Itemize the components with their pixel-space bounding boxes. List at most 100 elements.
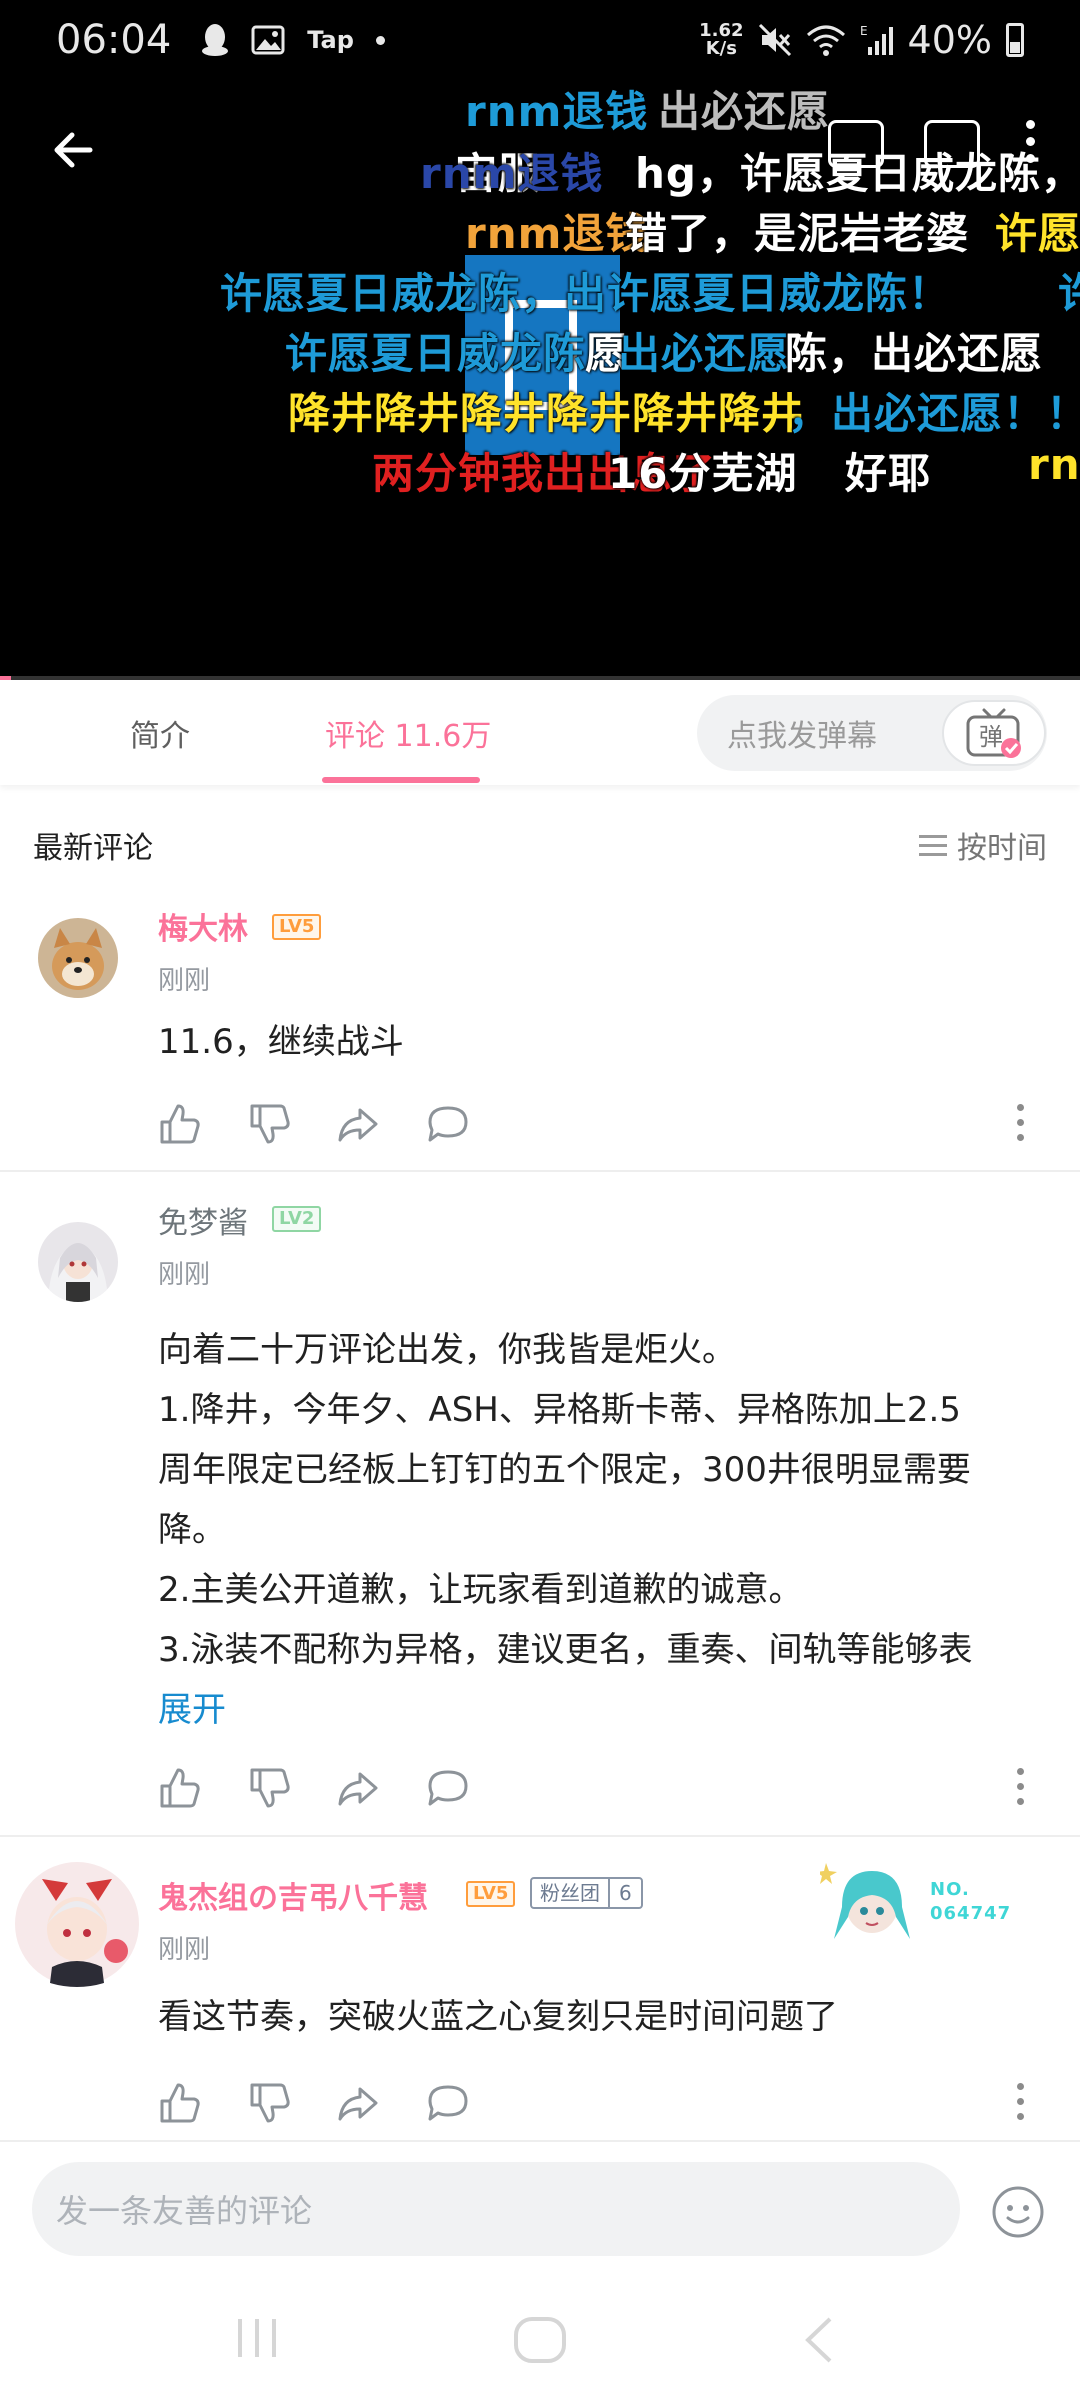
comment-more-icon[interactable]: [1014, 2083, 1026, 2120]
decoration-card[interactable]: NO. 064747: [820, 1857, 1020, 1947]
status-bar: 06:04 Tap 1.62 K/s E 40%: [0, 0, 1080, 80]
fan-badge-name: 粉丝团: [532, 1879, 610, 1907]
comment-more-icon[interactable]: [1014, 1104, 1026, 1141]
danmaku-toggle-button[interactable]: 弹: [942, 700, 1046, 766]
danmaku-text: 陈，出必还愿: [785, 329, 1044, 378]
comment-text: 向着二十万评论出发，你我皆是炬火。 1.降井，今年夕、ASH、异格斯卡蒂、异格陈…: [158, 1320, 1048, 1740]
signal-label: E: [860, 24, 868, 38]
dislike-icon[interactable]: [246, 1100, 294, 1148]
like-icon[interactable]: [156, 2079, 204, 2127]
tab-bar: 简介 评论 11.6万 点我发弹幕 弹: [0, 680, 1080, 785]
video-player[interactable]: 06:04 Tap 1.62 K/s E 40% rnm退钱 出必还愿 宙服 r…: [0, 0, 1080, 680]
comment-line: 3.泳装不配称为异格，建议更名，重奏、间轨等能够表: [158, 1630, 973, 1670]
level-badge: LV5: [466, 1881, 516, 1907]
username[interactable]: 鬼杰组の吉弔八千慧: [158, 1873, 428, 1917]
comment-line: 1.降井，今年夕、ASH、异格斯卡蒂、异格陈加上2.5: [158, 1390, 961, 1430]
danmaku-text: 降井降井降井降井降井降井: [288, 389, 805, 438]
danmaku-tv-icon: 弹: [966, 708, 1021, 758]
dislike-icon[interactable]: [246, 2079, 294, 2127]
comment-input-placeholder: 发一条友善的评论: [56, 2192, 313, 2230]
danmaku-text: rnm退钱: [465, 87, 649, 136]
danmaku-button-label: 弹: [979, 723, 1003, 751]
gallery-icon: [251, 25, 285, 55]
danmaku-text: 许愿夏日威龙陈: [285, 329, 587, 378]
comments-title: 最新评论: [33, 831, 153, 866]
more-menu-icon[interactable]: [1020, 120, 1040, 168]
character-sticker-icon: [820, 1863, 910, 1939]
avatar[interactable]: [12, 1859, 142, 1989]
danmaku-text: 许愿夏日威龙陈，出许愿夏日威龙陈！: [220, 269, 952, 318]
expand-link[interactable]: 展开: [158, 1680, 1048, 1740]
comment-item: 鬼杰组の吉弔八千慧 LV5 粉丝团 6 NO. 064747 刚刚 看这节奏，突…: [0, 1837, 1080, 2140]
decoration-number: NO. 064747: [930, 1879, 1012, 1924]
danmaku-input-placeholder: 点我发弹幕: [727, 719, 877, 754]
like-icon[interactable]: [156, 1100, 204, 1148]
comment-text: 11.6，继续战斗: [158, 1012, 1048, 1072]
comments-header: 最新评论 按时间: [0, 800, 1080, 890]
reply-icon[interactable]: [424, 2079, 472, 2127]
danmaku-text: rnm: [1028, 440, 1080, 489]
avatar[interactable]: [38, 918, 118, 998]
back-arrow-icon[interactable]: [40, 115, 110, 185]
signal-icon: E: [860, 24, 893, 55]
wifi-icon: [806, 25, 845, 56]
comment-more-icon[interactable]: [1014, 1768, 1026, 1805]
danmaku-text: 出必还愿: [618, 329, 791, 378]
danmaku-text: ，出必还愿！！: [788, 389, 1080, 438]
comment-line: 周年限定已经板上钉钉的五个限定，300井很明显需要: [158, 1450, 971, 1490]
danmaku-text: 出必还愿: [658, 87, 831, 136]
comment-time: 刚刚: [158, 1260, 211, 1290]
comment-actions: [156, 1764, 1056, 1814]
share-icon[interactable]: [334, 1764, 382, 1812]
username[interactable]: 梅大林: [158, 904, 248, 948]
dislike-icon[interactable]: [246, 1764, 294, 1812]
comment-actions: [156, 2079, 1056, 2129]
tab-intro[interactable]: 简介: [130, 680, 190, 785]
level-badge: LV5: [272, 914, 322, 940]
tap-icon: Tap: [307, 26, 354, 54]
battery-percent: 40%: [907, 18, 992, 62]
nav-back-icon[interactable]: [800, 2315, 836, 2365]
comment-item: 梅大林 LV5 刚刚 11.6，继续战斗: [0, 890, 1080, 1172]
comment-line: 向着二十万评论出发，你我皆是炬火。: [158, 1330, 736, 1370]
danmaku-text: rnm退钱: [465, 209, 649, 258]
comment-line: 看这节奏，突破火蓝之心复刻只是时间问题了: [158, 1997, 838, 2037]
comment-line: 2.主美公开道歉，让玩家看到道歉的诚意。: [158, 1570, 803, 1610]
avatar[interactable]: [38, 1222, 118, 1302]
pip-icon[interactable]: [828, 120, 884, 168]
comment-line: 降。: [158, 1510, 226, 1550]
tab-comments[interactable]: 评论 11.6万: [325, 680, 491, 785]
fan-badge-level: 6: [619, 1881, 632, 1905]
reply-bar: 发一条友善的评论: [0, 2140, 1080, 2275]
username[interactable]: 免梦酱: [158, 1198, 248, 1242]
fan-club-badge[interactable]: 粉丝团 6: [530, 1877, 643, 1909]
comment-time: 刚刚: [158, 1935, 211, 1965]
reply-icon[interactable]: [424, 1764, 472, 1812]
like-icon[interactable]: [156, 1764, 204, 1812]
share-icon[interactable]: [334, 2079, 382, 2127]
danmaku-text: 16分芜湖: [608, 449, 798, 498]
danmaku-text: 许愿: [995, 209, 1080, 258]
recent-apps-icon[interactable]: [232, 2315, 282, 2361]
tv-cast-icon[interactable]: [924, 120, 980, 168]
system-nav-bar: [0, 2275, 1080, 2400]
danmaku-text: 错了，是泥岩老婆: [625, 209, 970, 258]
status-time: 06:04: [56, 17, 172, 63]
comment-item: 免梦酱 LV2 刚刚 向着二十万评论出发，你我皆是炬火。 1.降井，今年夕、AS…: [0, 1172, 1080, 1837]
mute-icon: [758, 23, 791, 57]
sort-button[interactable]: 按时间: [919, 823, 1047, 867]
tab-active-indicator: [322, 777, 480, 783]
net-speed: 1.62 K/s: [699, 20, 744, 59]
level-badge: LV2: [272, 1206, 322, 1232]
sort-icon: [919, 834, 947, 856]
share-icon[interactable]: [334, 1100, 382, 1148]
home-icon[interactable]: [512, 2315, 568, 2365]
comment-time: 刚刚: [158, 966, 211, 996]
reply-icon[interactable]: [424, 1100, 472, 1148]
emoji-icon[interactable]: [990, 2184, 1046, 2240]
danmaku-text: 好耶: [845, 449, 932, 498]
comment-input[interactable]: 发一条友善的评论: [32, 2162, 960, 2256]
comment-actions: [156, 1100, 1056, 1150]
comment-line: 11.6，继续战斗: [158, 1022, 404, 1062]
danmaku-text: 许: [1058, 260, 1080, 321]
